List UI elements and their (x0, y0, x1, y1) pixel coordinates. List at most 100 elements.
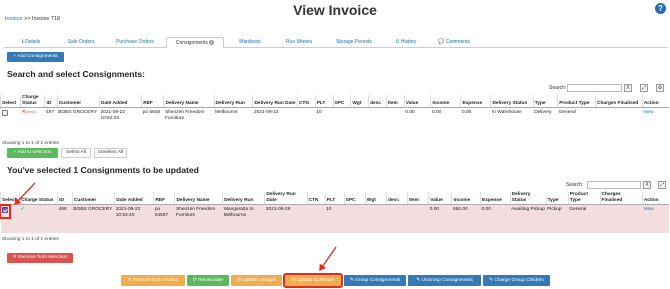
column-header[interactable]: Action (641, 95, 669, 108)
column-header[interactable]: Action (641, 192, 669, 205)
breadcrumb-invoice-link[interactable]: Invoice (5, 16, 22, 22)
tab-history[interactable]: ⏲ History (386, 37, 426, 48)
row-checkbox[interactable] (1, 207, 8, 213)
view-link[interactable]: View (643, 110, 653, 115)
spc-cell (344, 204, 366, 233)
expand-icon[interactable]: ⤢ (640, 84, 648, 92)
column-header[interactable]: Charge Status (19, 192, 58, 205)
tab-storage-periods[interactable]: Storage Periods (322, 37, 386, 48)
column-header[interactable]: Delivery Run (222, 192, 265, 205)
column-header[interactable]: Value (428, 192, 452, 205)
column-header[interactable]: Item (407, 192, 429, 205)
view-link[interactable]: View (643, 207, 653, 212)
column-header[interactable]: Charges Finalised (595, 95, 643, 108)
help-icon[interactable]: ? (655, 3, 666, 14)
column-header[interactable]: Income (430, 95, 461, 108)
tab-label: Consignments (175, 40, 208, 46)
column-header[interactable]: Delivery Name (174, 192, 223, 205)
tab-sale-orders[interactable]: Sale Orders (58, 37, 104, 48)
unselect-all-button[interactable]: Unselect All (94, 148, 127, 158)
column-header[interactable]: Value (403, 95, 431, 108)
plt-cell: 10 (325, 204, 345, 233)
column-header[interactable]: SPC (343, 192, 366, 205)
value-cell: 0.00 (405, 110, 415, 115)
charges-finalised-cell (600, 204, 643, 233)
column-header[interactable]: PLT (324, 192, 345, 205)
section-selected-title: You've selected 1 Consignments to be upd… (7, 165, 199, 175)
id-cell: 497 (45, 110, 54, 115)
tab-details[interactable]: ℹ Details (4, 37, 58, 48)
settings-icon[interactable]: ⚙ (656, 84, 664, 92)
column-header[interactable]: Delivery Status (490, 95, 534, 108)
consignments-search-table: Select Charge Status ID Customer Date Ad… (0, 95, 669, 122)
ctn-cell (297, 108, 315, 122)
tab-purchase-orders[interactable]: Purchase Orders (104, 37, 166, 48)
column-header[interactable]: REF (141, 95, 164, 108)
column-header[interactable]: Type (532, 95, 558, 108)
group-consignments-button[interactable]: ✎ Group Consignments (344, 275, 406, 286)
clear-search-button[interactable]: X (643, 181, 651, 189)
clear-search-button[interactable]: X (624, 84, 632, 92)
table-row: ✕(error) 497 BOBS GROCERY 2021-09-22 10:… (1, 108, 670, 122)
remove-from-selection-button[interactable]: ✕ Remove from selection (7, 253, 73, 263)
column-header[interactable]: REF (153, 192, 175, 205)
column-header[interactable]: Customer (71, 192, 115, 205)
column-header[interactable]: Charges Finalised (599, 192, 643, 205)
remove-from-invoice-button[interactable]: ✕ Remove from Invoice (121, 275, 185, 286)
update-charges-button[interactable]: ✉ Update charges (231, 275, 282, 286)
table-row: ✓ 498 BOBS GROCERY 2021-09-22 10:53:40 p… (0, 204, 669, 233)
column-header[interactable]: Date Added (98, 95, 142, 108)
search-input[interactable] (587, 181, 641, 189)
column-header[interactable]: Product Type (557, 95, 596, 108)
column-header[interactable]: PLT (314, 95, 334, 108)
column-header[interactable]: SPC (332, 95, 351, 108)
column-header[interactable]: Customer (56, 95, 100, 108)
column-header[interactable]: Delivery Status (509, 192, 547, 205)
column-header[interactable]: Wgt (364, 192, 387, 205)
column-header[interactable]: Expense (460, 95, 491, 108)
charge-group-children-button[interactable]: ✎ Charge Group Children (483, 275, 550, 286)
add-to-selection-button[interactable]: + Add to selection (7, 148, 58, 158)
column-header[interactable]: Wgt (350, 95, 369, 108)
tab-label: Manifests (239, 39, 261, 45)
column-header[interactable]: Item (385, 95, 405, 108)
date-added-cell: 2021-09-22 10:53:40 (114, 204, 154, 233)
column-header[interactable]: Expense (480, 192, 511, 205)
select-all-button[interactable]: Select All (61, 148, 91, 158)
column-header[interactable]: ID (44, 95, 58, 108)
tab-consignments[interactable]: Consignments 1 (166, 37, 224, 48)
column-header[interactable]: CTN (296, 95, 316, 108)
tab-comments[interactable]: 💬 Comments (426, 37, 482, 48)
add-consignments-button[interactable]: + Add Consignments (7, 52, 64, 62)
expense-cell: 0.00 (480, 204, 511, 233)
row-checkbox[interactable] (1, 110, 8, 116)
column-header[interactable]: CTN (306, 192, 326, 205)
section-search-title: Search and select Consignments: (7, 69, 146, 79)
column-header[interactable]: Delivery Run Date (264, 192, 308, 205)
check-icon: ✓ (20, 207, 25, 212)
ungroup-consignments-button[interactable]: ✎ UnGroup Consignments (408, 275, 481, 286)
column-header[interactable]: Delivery Run Date (252, 95, 298, 108)
info-icon: ℹ (21, 39, 24, 45)
breadcrumb: Invoice >> Invoice 718 (5, 16, 60, 22)
desc-cell (386, 204, 408, 233)
search-input[interactable] (567, 84, 622, 92)
tab-manifests[interactable]: Manifests (224, 37, 276, 48)
column-header[interactable]: Delivery Run (213, 95, 253, 108)
column-header[interactable]: Select (0, 95, 21, 108)
column-header[interactable]: ID (57, 192, 73, 205)
recalculate-button[interactable]: ⟳ Recalculate (187, 275, 229, 286)
column-header[interactable]: Date Added (114, 192, 154, 205)
column-header[interactable]: Product Type (567, 192, 601, 205)
column-header[interactable]: Delivery Name (163, 95, 215, 108)
expand-icon[interactable]: ⤢ (658, 181, 666, 189)
update-customer-button[interactable]: ✉ Update Customer (283, 273, 343, 288)
column-header[interactable]: Select (0, 192, 20, 205)
tab-run-sheets[interactable]: Run Sheets (276, 37, 322, 48)
column-header[interactable]: desc (368, 95, 387, 108)
column-header[interactable]: desc (385, 192, 408, 205)
column-header[interactable]: Income (451, 192, 481, 205)
tab-label: Storage Periods (336, 39, 372, 45)
column-header[interactable]: Type (545, 192, 569, 205)
column-header[interactable]: Charge Status (20, 95, 45, 108)
